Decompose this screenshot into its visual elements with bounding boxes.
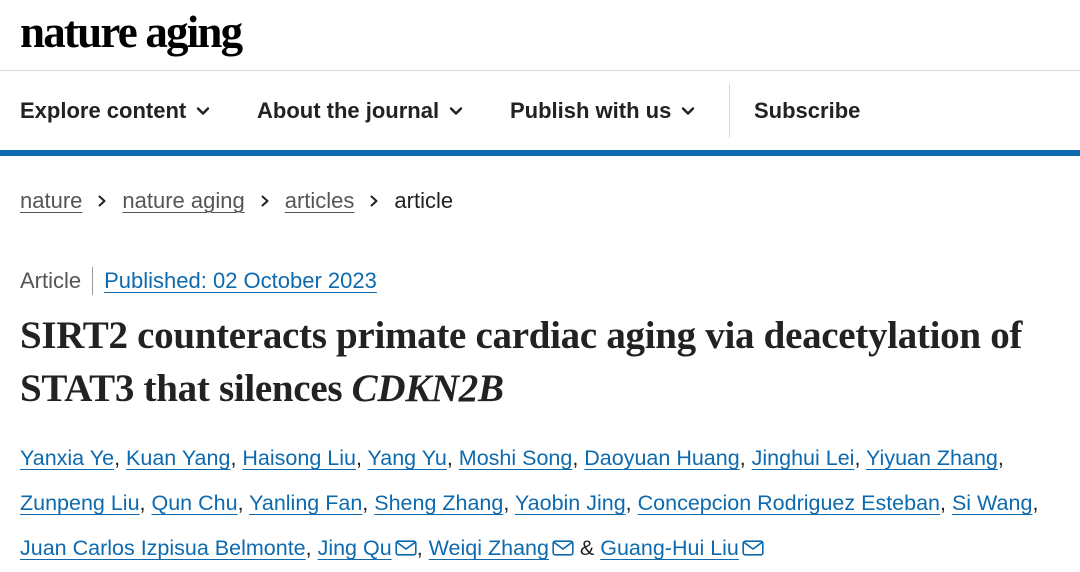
nav-publish-with-us[interactable]: Publish with us <box>510 72 695 150</box>
nav-item-label: About the journal <box>257 98 440 123</box>
author-link[interactable]: Yanling Fan <box>249 491 362 515</box>
author-separator: & <box>573 536 601 560</box>
nav-divider <box>729 84 730 138</box>
breadcrumb-nature-aging[interactable]: nature aging <box>122 188 244 214</box>
chevron-right-icon <box>96 194 108 208</box>
envelope-icon[interactable] <box>552 540 574 556</box>
brand-header: nature aging <box>0 0 1080 71</box>
published-date-link[interactable]: Published: 02 October 2023 <box>104 268 377 294</box>
author-link[interactable]: Daoyuan Huang <box>584 446 739 470</box>
author-separator: , <box>446 446 459 470</box>
author-link[interactable]: Juan Carlos Izpisua Belmonte <box>20 536 306 560</box>
author-separator: , <box>572 446 585 470</box>
author-list: Yanxia Ye, Kuan Yang, Haisong Liu, Yang … <box>20 436 1065 571</box>
breadcrumb-articles[interactable]: articles <box>285 188 355 214</box>
author-separator: , <box>362 491 375 515</box>
author-separator: , <box>305 536 318 560</box>
author-separator: , <box>355 446 368 470</box>
author-separator: , <box>1032 491 1039 515</box>
envelope-icon[interactable] <box>742 540 764 556</box>
chevron-right-icon <box>368 194 380 208</box>
article-title: SIRT2 counteracts primate cardiac aging … <box>20 309 1060 415</box>
nav-item-label: Subscribe <box>754 98 861 123</box>
chevron-down-icon <box>681 104 695 118</box>
chevron-right-icon <box>259 194 271 208</box>
author-separator: , <box>416 536 429 560</box>
author-separator: , <box>940 491 952 515</box>
author-separator: , <box>114 446 127 470</box>
chevron-down-icon <box>449 104 463 118</box>
author-link[interactable]: Yaobin Jing <box>515 491 626 515</box>
author-link[interactable]: Yang Yu <box>368 446 447 470</box>
article-type: Article <box>20 268 82 293</box>
author-link[interactable]: Jing Qu <box>318 536 392 560</box>
nav-item-label: Explore content <box>20 98 187 123</box>
nav-subscribe[interactable]: Subscribe <box>754 72 860 150</box>
article-title-gene: CDKN2B <box>351 367 504 410</box>
article-meta: Article Published: 02 October 2023 <box>20 266 377 296</box>
author-separator: , <box>625 491 638 515</box>
author-separator: , <box>503 491 515 515</box>
author-link[interactable]: Zunpeng Liu <box>20 491 140 515</box>
breadcrumb-current: article <box>394 188 454 213</box>
author-separator: , <box>997 446 1004 470</box>
breadcrumb: nature nature aging articles article <box>20 186 453 216</box>
journal-logo[interactable]: nature aging <box>20 2 243 62</box>
author-link[interactable]: Yanxia Ye <box>20 446 114 470</box>
author-separator: , <box>739 446 752 470</box>
author-link[interactable]: Qun Chu <box>152 491 238 515</box>
author-link[interactable]: Weiqi Zhang <box>429 536 549 560</box>
author-separator: , <box>230 446 243 470</box>
author-separator: , <box>237 491 250 515</box>
nav-explore-content[interactable]: Explore content <box>20 72 210 150</box>
envelope-icon[interactable] <box>395 540 417 556</box>
author-separator: , <box>139 491 152 515</box>
nav-item-label: Publish with us <box>510 98 672 123</box>
author-link[interactable]: Yiyuan Zhang <box>866 446 998 470</box>
author-separator: , <box>854 446 866 470</box>
nav-accent-bar <box>0 150 1080 156</box>
author-link[interactable]: Guang-Hui Liu <box>600 536 739 560</box>
author-link[interactable]: Jinghui Lei <box>752 446 855 470</box>
breadcrumb-nature[interactable]: nature <box>20 188 82 214</box>
author-link[interactable]: Haisong Liu <box>242 446 356 470</box>
author-link[interactable]: Concepcion Rodriguez Esteban <box>638 491 940 515</box>
meta-divider <box>92 267 94 295</box>
author-link[interactable]: Sheng Zhang <box>374 491 503 515</box>
author-link[interactable]: Si Wang <box>952 491 1032 515</box>
author-link[interactable]: Moshi Song <box>459 446 573 470</box>
chevron-down-icon <box>196 104 210 118</box>
main-navigation: Explore content About the journal Publis… <box>0 72 1080 150</box>
article-title-text: SIRT2 counteracts primate cardiac aging … <box>20 314 1023 410</box>
nav-about-the-journal[interactable]: About the journal <box>257 72 463 150</box>
author-link[interactable]: Kuan Yang <box>126 446 230 470</box>
